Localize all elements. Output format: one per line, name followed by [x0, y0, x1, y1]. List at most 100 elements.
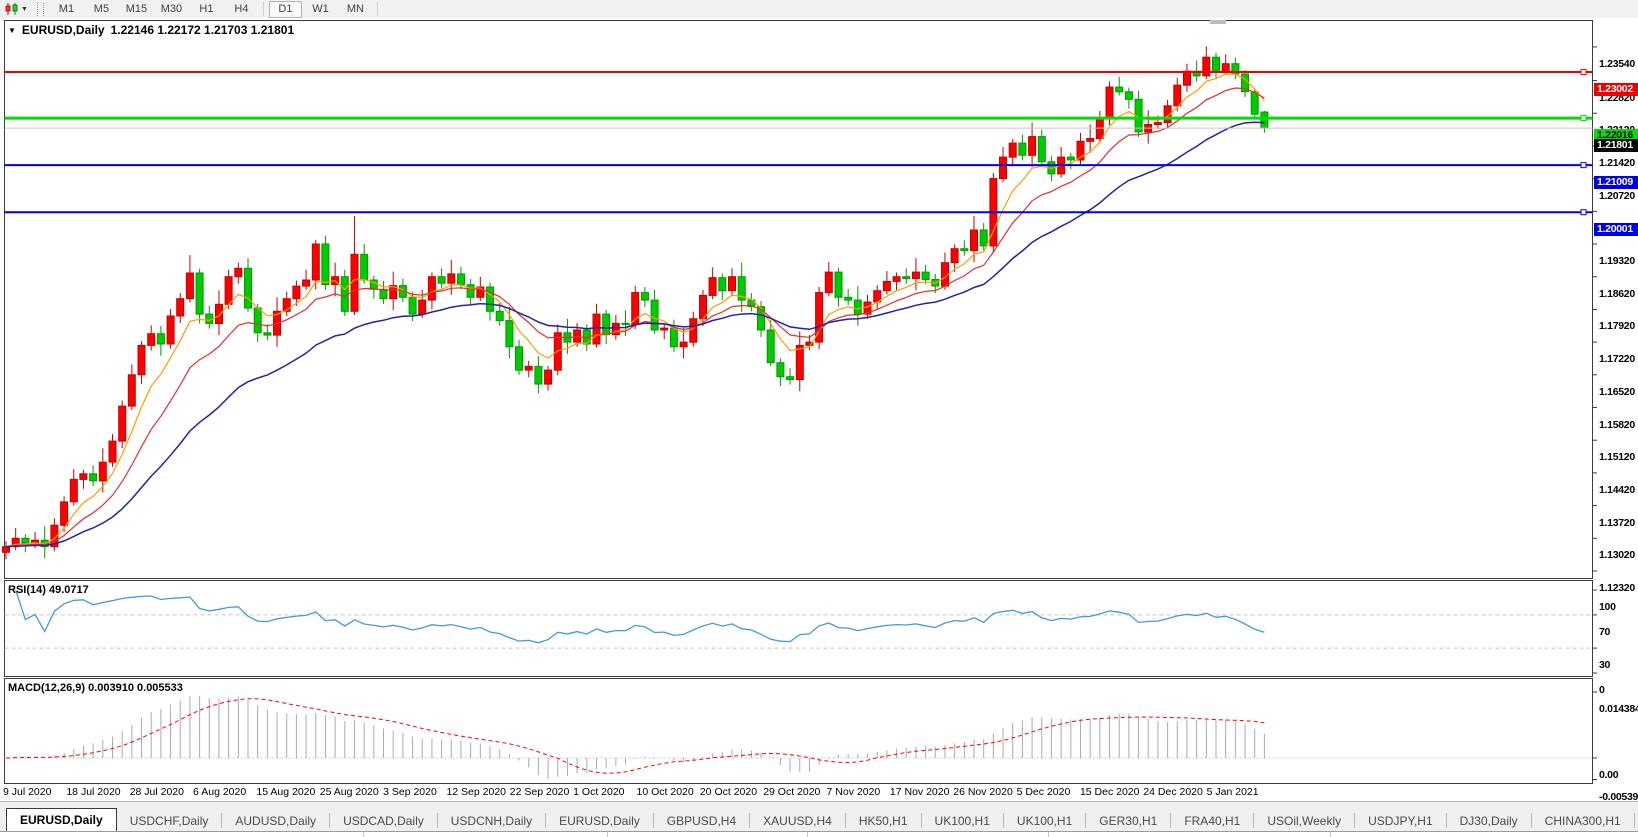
rsi-axis-label: 100 [1599, 601, 1638, 613]
hline-price-label: 1.20001 [1594, 223, 1638, 236]
toolbar-grip[interactable] [37, 3, 44, 16]
status-cell-separator [1330, 832, 1331, 837]
chart-tab-usdcnh-daily[interactable]: USDCNH,Daily [438, 810, 545, 832]
candle [225, 277, 232, 305]
macd-indicator-label: MACD(12,26,9) 0.003910 0.005533 [8, 682, 183, 694]
chart-tab-bar: EURUSD,DailyUSDCHF,DailyAUDUSD,DailyUSDC… [0, 801, 1638, 832]
candle [1087, 139, 1094, 142]
date-axis-label: 28 Jul 2020 [130, 786, 184, 798]
candle [951, 249, 958, 263]
chart-tab-usdchf-daily[interactable]: USDCHF,Daily [117, 810, 222, 832]
timeframe-button-D1[interactable]: D1 [269, 1, 302, 18]
candle [1174, 85, 1181, 106]
candle [506, 321, 513, 347]
candle [535, 366, 542, 384]
line-handle-1.20001[interactable] [1581, 210, 1586, 215]
timeframe-button-H4[interactable]: H4 [225, 1, 258, 18]
price-axis-label: 1.17920 [1599, 320, 1638, 332]
price-axis-label: 1.17220 [1599, 353, 1638, 365]
chart-tab-audusd-daily[interactable]: AUDUSD,Daily [222, 810, 329, 832]
chart-tab-usoil-weekly[interactable]: USOil,Weekly [1254, 810, 1354, 832]
status-cell-separator [1048, 832, 1049, 837]
rsi-axis-label: 30 [1599, 659, 1638, 671]
candle [458, 274, 465, 285]
candle [1203, 57, 1210, 76]
candle [293, 286, 300, 299]
candle [883, 281, 890, 290]
timeframe-button-M1[interactable]: M1 [50, 1, 83, 18]
price-axis-label: 1.15120 [1599, 451, 1638, 463]
candle [825, 272, 832, 293]
mt4-window: ▼ M1M5M15M30H1H4 D1W1MN ▼ EURUSD,Daily 1.… [0, 0, 1638, 837]
price-axis-label: 1.15820 [1599, 419, 1638, 431]
candle [922, 272, 929, 280]
price-axis-label: 1.18620 [1599, 288, 1638, 300]
chart-tab-usdjpy-h1[interactable]: USDJPY,H1 [1355, 810, 1445, 832]
main-pane-frame [5, 21, 1593, 579]
chart-tab-uk100-h1[interactable]: UK100,H1 [922, 810, 1003, 832]
chart-tab-ger30-h1[interactable]: GER30,H1 [1086, 810, 1170, 832]
candle [487, 287, 494, 311]
timeframe-button-W1[interactable]: W1 [304, 1, 337, 18]
date-axis-label: 3 Sep 2020 [383, 786, 437, 798]
toolbar-separator [377, 2, 378, 16]
chart-tab-dj30-daily[interactable]: DJ30,Daily [1447, 810, 1531, 832]
candle [119, 406, 126, 441]
price-axis-label: 1.23540 [1599, 58, 1638, 70]
candle [845, 297, 852, 300]
chart-collapse-icon[interactable]: ▼ [8, 26, 16, 35]
rsi-indicator-label: RSI(14) 49.0717 [8, 584, 89, 596]
line-handle-1.22016[interactable] [1581, 116, 1586, 121]
candle [167, 316, 174, 344]
candle [525, 366, 532, 370]
line-handle-1.21009[interactable] [1581, 163, 1586, 168]
chart-tab-eurusd-daily[interactable]: EURUSD,Daily [546, 810, 653, 832]
candlestick-chart-icon[interactable] [3, 2, 21, 16]
candle [641, 293, 648, 301]
chart-title: ▼ EURUSD,Daily 1.22146 1.22172 1.21703 1… [8, 23, 294, 37]
date-axis-label: 5 Jan 2021 [1207, 786, 1259, 798]
candle [961, 249, 968, 251]
candle [216, 304, 223, 323]
timeframe-button-M15[interactable]: M15 [120, 1, 153, 18]
candle [1000, 157, 1007, 179]
chart-tab-usdcad-daily[interactable]: USDCAD,Daily [330, 810, 437, 832]
price-axis-label: 1.21420 [1599, 157, 1638, 169]
chart-tab-fra40-h1[interactable]: FRA40,H1 [1171, 810, 1253, 832]
date-axis-label: 6 Aug 2020 [193, 786, 246, 798]
line-handle-1.23002[interactable] [1581, 70, 1586, 75]
chart-canvas[interactable] [0, 18, 1638, 801]
candle [893, 277, 900, 282]
price-axis-label: 1.13020 [1599, 549, 1638, 561]
candle [593, 314, 600, 344]
chart-tab-china300-h1[interactable]: CHINA300,H1 [1532, 810, 1634, 832]
chart-scroll-thumb[interactable] [1210, 20, 1226, 24]
chart-tab-hk50-h1[interactable]: HK50,H1 [846, 810, 921, 832]
chart-tab-gbpusd-h4[interactable]: GBPUSD,H4 [654, 810, 749, 832]
price-axis-label: 1.14420 [1599, 484, 1638, 496]
candle [1184, 71, 1191, 85]
chart-type-dropdown-caret[interactable]: ▼ [21, 6, 28, 13]
candle [903, 277, 910, 279]
candle [438, 277, 445, 284]
price-axis-label: 1.16520 [1599, 386, 1638, 398]
candle [70, 479, 77, 501]
chart-tab-uk100-h1[interactable]: UK100,H1 [1004, 810, 1085, 832]
candle [690, 319, 697, 342]
status-cell-separator [607, 832, 608, 837]
timeframe-button-M5[interactable]: M5 [85, 1, 118, 18]
candle [661, 328, 668, 330]
timeframe-button-MN[interactable]: MN [339, 1, 372, 18]
chart-tab-xauusd-h4[interactable]: XAUUSD,H4 [750, 810, 845, 832]
candle [1038, 137, 1045, 162]
candle [196, 273, 203, 314]
chart-tab-eurusd-daily[interactable]: EURUSD,Daily [6, 808, 117, 832]
candle [942, 263, 949, 286]
timeframe-button-M30[interactable]: M30 [155, 1, 188, 18]
candle [186, 273, 193, 299]
date-axis-label: 17 Nov 2020 [890, 786, 950, 798]
candle [467, 285, 474, 298]
candle [651, 300, 658, 330]
timeframe-button-H1[interactable]: H1 [190, 1, 223, 18]
date-axis-label: 12 Sep 2020 [446, 786, 506, 798]
